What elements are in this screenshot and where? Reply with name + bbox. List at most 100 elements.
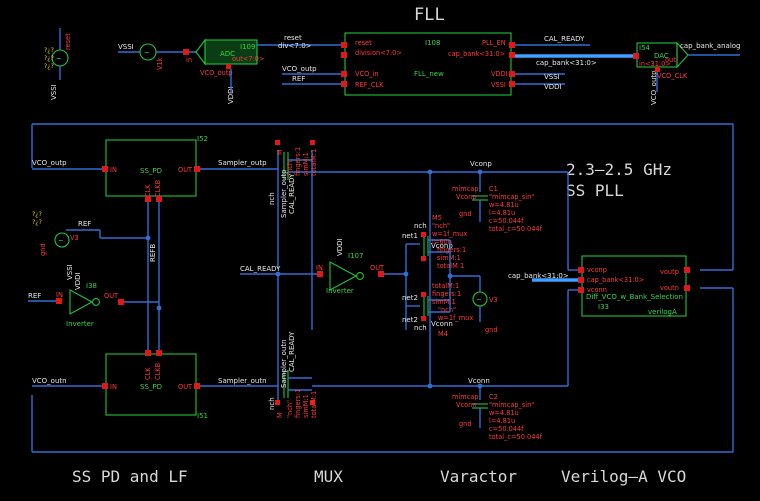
inverter-left[interactable]: Inverter I38 IN OUT VDDI VSSI (56, 264, 124, 328)
fll-pin-division: division<7:0> (355, 49, 402, 57)
dac-vout: VCO_CLK (657, 72, 688, 80)
m-top-net: net1 (402, 232, 418, 240)
fll-right-net-2: VSSI (544, 73, 560, 81)
cap-top-type: mimcap (452, 185, 479, 193)
ss-pd-bottom[interactable]: I51 SS_PD IN OUT CLK CLKB (102, 350, 208, 420)
reset-source-annot: ?¿? (44, 47, 54, 54)
adc-inst: I109 (240, 43, 255, 51)
vdc-source[interactable]: VSSI ~ V1k (118, 43, 196, 70)
fll-pin-reset: reset (355, 39, 372, 47)
inverter-middle[interactable]: Inverter I107 IN OUT VDDI (316, 238, 385, 295)
inverter-left-vss: VSSI (66, 264, 74, 280)
svg-text:fingers:1: fingers:1 (294, 147, 302, 176)
m-bottom-net: net2 (402, 294, 418, 302)
svg-text:simM:1: simM:1 (302, 394, 310, 418)
fll-right-net-0: CAL_READY (544, 35, 585, 43)
svg-text:totalM:1: totalM:1 (310, 391, 318, 418)
svg-text:w=4.81u: w=4.81u (489, 201, 519, 209)
refb-label: REFB (149, 244, 157, 262)
ss-pd-bottom-clk: CLK (144, 367, 152, 380)
ss-pd-top-clk: CLK (144, 184, 152, 197)
ss-pd-bottom-name: SS_PD (140, 383, 162, 391)
svg-text:"nch": "nch" (286, 400, 294, 418)
ref-source-label: REF (78, 220, 91, 228)
reset-source[interactable]: ~ reset VSSI ?¿? ?¿? ?¿? (44, 28, 72, 100)
svg-text:fingers:1: fingers:1 (432, 290, 461, 298)
m-bottom-type: nch (414, 324, 427, 332)
svg-text:"nch": "nch" (438, 306, 456, 314)
svg-text:Vconp: Vconp (456, 193, 477, 201)
schematic-canvas[interactable]: FLL 2.3–2.5 GHz SS PLL SS PD and LF MUX … (0, 0, 760, 501)
svg-text:c=50.044f: c=50.044f (489, 425, 524, 433)
dac-out-pin: out (665, 56, 676, 64)
cap-top-inst: C1 (489, 185, 498, 193)
ss-pd-bottom-inst: I51 (197, 412, 208, 420)
pll-title-line1: 2.3–2.5 GHz (566, 160, 672, 179)
fll-pin-vddi: VDDI (491, 70, 508, 78)
mux-bottom[interactable]: M "nch" fingers:1 simM:1 totalM:1 nch Sa… (268, 272, 318, 418)
m-bottom-params-top: totalM:1 (432, 282, 459, 290)
varactor-transistor-bottom[interactable]: totalM:1 fingers:1 simM:1 "nch" w=1f_mux… (402, 282, 473, 338)
fll-inst: I108 (425, 39, 440, 47)
mux-bottom-param: nch (268, 397, 276, 410)
verilog-vco-block[interactable]: vconp cap_bank<31:0> vconn voutp voutn D… (578, 255, 690, 317)
fll-title: FLL (414, 5, 445, 25)
ref-source[interactable]: ~ REF V3 gnd ?¿? ?¿? (32, 211, 148, 256)
fll-left-net-0: reset (284, 34, 302, 42)
svg-text:~: ~ (58, 237, 64, 245)
fll-pin-vco-in: VCO_in (355, 70, 379, 78)
section-label-pd-lf: SS PD and LF (72, 467, 188, 486)
mux-bottom-name: M (276, 412, 284, 418)
vco-name: Diff_VCO_w_Bank_Selection (586, 293, 683, 301)
vdc-net-label: VSSI (118, 43, 134, 51)
ss-pd-top[interactable]: I52 SS_PD IN OUT CLK CLKB (102, 135, 208, 202)
cap-top-gnd: gnd (459, 210, 472, 218)
vdc-param: V1k (156, 57, 164, 70)
dac-out-net: cap_bank_analog (680, 42, 741, 50)
svg-text:total_c=50.044f: total_c=50.044f (489, 225, 543, 233)
fll-block[interactable]: I108 FLL_new reset division<7:0> VCO_in … (341, 32, 515, 96)
vco-bank-net: cap_bank<31:0> (508, 272, 569, 280)
sampler-outp-label: Sampler_outp (218, 159, 267, 167)
ref-gnd: gnd (39, 243, 47, 256)
vco-outn-label: VCO_outn (32, 377, 67, 385)
fll-pin-pll-en: PLL_EN (482, 39, 506, 47)
ss-pd-top-out: OUT (178, 166, 193, 174)
ref-annot: ?¿? (32, 211, 42, 218)
svg-text:fingers:1: fingers:1 (294, 389, 302, 418)
inverter-middle-vdd: VDDI (336, 238, 344, 256)
svg-text:total_c=50.044f: total_c=50.044f (489, 433, 543, 441)
fll-right-net-1: cap_bank<31:0> (536, 59, 597, 67)
vco-inst: I33 (598, 303, 609, 311)
cal-ready-label: CAL_READY (240, 265, 281, 273)
ss-pd-bottom-in: IN (110, 383, 117, 391)
varactor-transistor-top[interactable]: M5 "nch" w=1f_mux l=60n fingers:1 simM:1… (402, 214, 467, 270)
varactor-cap-top[interactable]: Vconp mimcap Vconp C1 "mimcap_sin" w=4.8… (452, 160, 543, 233)
cap-bottom-gnd: gnd (459, 420, 472, 428)
ss-pd-top-name: SS_PD (140, 167, 162, 175)
inverter-left-name: Inverter (66, 320, 94, 328)
svg-text:net2: net2 (402, 316, 418, 324)
varactor-vsource[interactable]: ~ V3 gnd (472, 276, 498, 334)
fll-left-net-2: VCO_outp (282, 65, 317, 73)
m-bottom-inst: M4 (438, 330, 448, 338)
inverter-left-inst: I38 (86, 282, 97, 290)
vco-pin-voutp: voutp (660, 268, 679, 276)
vconn-label: Vconn (468, 377, 490, 385)
ss-pd-top-in: IN (110, 166, 117, 174)
adc-block[interactable]: ADC I109 in out<7:0> VCO_outp VDDI (186, 38, 264, 104)
svg-text:l=4.81u: l=4.81u (489, 209, 515, 217)
svg-text:w=1f_mux: w=1f_mux (432, 230, 467, 238)
mux-top-param: nch (268, 192, 276, 205)
ss-pd-bottom-out: OUT (178, 383, 193, 391)
vco-pin-cap-bank: cap_bank<31:0> (587, 276, 644, 284)
ss-pd-top-clkb: CLKB (154, 179, 162, 197)
svg-text:l=4.81u: l=4.81u (489, 417, 515, 425)
dac-block[interactable]: DAC I54 in<31:0> out VCO_CLK VCO_outp ca… (633, 41, 741, 105)
section-label-varactor: Varactor (440, 467, 517, 486)
fll-pin-cap-bank: cap_bank<31:0> (448, 50, 505, 58)
inverter-left-vdd: VDDI (74, 272, 82, 290)
fll-right-net-3: VDDI (544, 83, 562, 91)
svg-text:"mimcap_sin": "mimcap_sin" (489, 401, 534, 409)
svg-text:"mimcap_sin": "mimcap_sin" (489, 193, 534, 201)
